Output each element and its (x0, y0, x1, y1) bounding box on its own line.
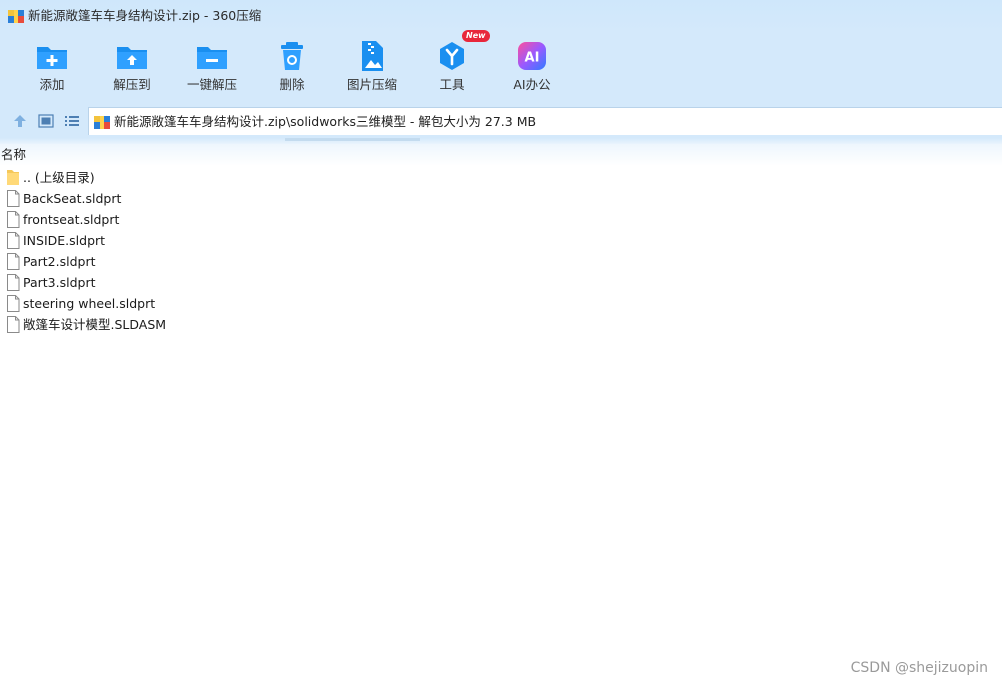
scroll-shadow (285, 138, 420, 141)
document-icon (7, 295, 20, 312)
document-icon (7, 190, 20, 207)
list-item[interactable]: steering wheel.sldprt (0, 293, 1002, 314)
extract-to-label: 解压到 (113, 77, 151, 92)
file-name: BackSeat.sldprt (23, 191, 122, 206)
up-arrow-icon[interactable] (12, 113, 28, 129)
file-name: Part3.sldprt (23, 275, 96, 290)
file-name: INSIDE.sldprt (23, 233, 106, 248)
document-icon (7, 316, 20, 333)
folder-icon (7, 170, 19, 185)
svg-text:AI: AI (525, 51, 540, 66)
tools-label: 工具 (439, 77, 465, 92)
address-bar[interactable]: 新能源敞篷车车身结构设计.zip\solidworks三维模型 - 解包大小为 … (88, 107, 1002, 135)
file-name: .. (上级目录) (23, 170, 95, 185)
ai-office-icon: AI (518, 42, 546, 70)
list-item[interactable]: BackSeat.sldprt (0, 188, 1002, 209)
image-compress-button[interactable]: 图片压缩 (330, 36, 414, 98)
zip-app-icon (8, 10, 24, 23)
toolbar: 添加 解压到 一键解压 删除 图片压缩 New 工具 AI AI办公 (0, 30, 1002, 104)
list-item[interactable]: Part3.sldprt (0, 272, 1002, 293)
zip-file-icon (94, 116, 110, 129)
thumbnail-view-icon[interactable] (38, 113, 54, 129)
file-list: .. (上级目录) BackSeat.sldprt frontseat.sldp… (0, 167, 1002, 335)
ai-office-label: AI办公 (513, 77, 551, 92)
list-item-parent-folder[interactable]: .. (上级目录) (0, 167, 1002, 188)
one-click-extract-button[interactable]: 一键解压 (170, 36, 254, 98)
title-bar: 新能源敞篷车车身结构设计.zip - 360压缩 (0, 0, 1002, 32)
one-click-extract-icon (197, 47, 227, 69)
document-icon (7, 253, 20, 270)
extract-to-button[interactable]: 解压到 (90, 36, 174, 98)
ai-office-button[interactable]: AI AI办公 (490, 36, 574, 98)
file-name: Part2.sldprt (23, 254, 96, 269)
list-view-icon[interactable] (64, 113, 80, 129)
document-icon (7, 274, 20, 291)
file-name: 敞篷车设计模型.SLDASM (23, 317, 167, 332)
one-click-extract-label: 一键解压 (186, 77, 237, 92)
list-item[interactable]: 敞篷车设计模型.SLDASM (0, 314, 1002, 335)
list-header: 名称 (0, 144, 1002, 166)
address-row: 新能源敞篷车车身结构设计.zip\solidworks三维模型 - 解包大小为 … (0, 104, 1002, 138)
extract-to-icon (117, 47, 147, 69)
add-label: 添加 (39, 77, 65, 92)
watermark: CSDN @shejizuopin (850, 660, 988, 676)
file-name: frontseat.sldprt (23, 212, 120, 227)
list-item[interactable]: frontseat.sldprt (0, 209, 1002, 230)
new-badge: New (462, 30, 490, 42)
add-button[interactable]: 添加 (10, 36, 94, 98)
list-item[interactable]: Part2.sldprt (0, 251, 1002, 272)
app-window: 新能源敞篷车车身结构设计.zip - 360压缩 添加 解压到 一键解压 删除 … (0, 0, 1002, 686)
list-item[interactable]: INSIDE.sldprt (0, 230, 1002, 251)
window-title: 新能源敞篷车车身结构设计.zip - 360压缩 (28, 8, 262, 23)
file-name: steering wheel.sldprt (23, 296, 156, 311)
trash-icon (281, 42, 303, 70)
delete-button[interactable]: 删除 (250, 36, 334, 98)
document-icon (7, 232, 20, 249)
add-folder-icon (37, 47, 67, 69)
column-header-name[interactable]: 名称 (1, 147, 26, 163)
image-compress-icon (362, 41, 383, 71)
document-icon (7, 211, 20, 228)
address-path: 新能源敞篷车车身结构设计.zip\solidworks三维模型 - 解包大小为 … (114, 114, 537, 129)
tools-icon (440, 42, 464, 70)
delete-label: 删除 (279, 77, 305, 92)
tools-button[interactable]: New 工具 (410, 30, 494, 98)
image-compress-label: 图片压缩 (346, 77, 397, 92)
